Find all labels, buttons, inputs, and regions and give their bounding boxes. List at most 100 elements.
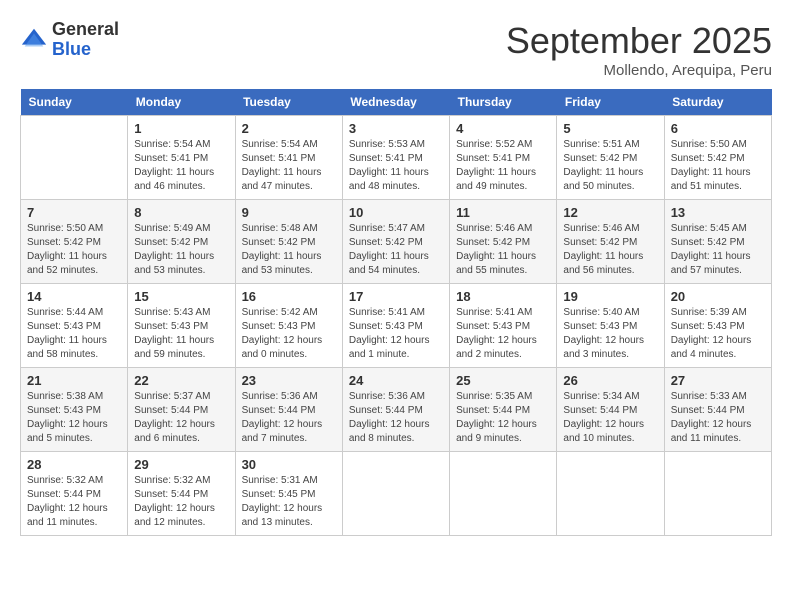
calendar-cell (557, 452, 664, 536)
calendar-cell: 28 Sunrise: 5:32 AMSunset: 5:44 PMDayligh… (21, 452, 128, 536)
calendar-cell: 15 Sunrise: 5:43 AMSunset: 5:43 PMDayligh… (128, 284, 235, 368)
day-info: Sunrise: 5:43 AMSunset: 5:43 PMDaylight:… (134, 306, 228, 362)
day-info: Sunrise: 5:45 AMSunset: 5:42 PMDaylight:… (671, 222, 765, 278)
day-info: Sunrise: 5:33 AMSunset: 5:44 PMDaylight:… (671, 390, 765, 446)
day-number: 11 (456, 205, 550, 220)
calendar-cell (450, 452, 557, 536)
day-info: Sunrise: 5:54 AMSunset: 5:41 PMDaylight:… (134, 138, 228, 194)
calendar-cell: 24 Sunrise: 5:36 AMSunset: 5:44 PMDayligh… (342, 368, 449, 452)
day-info: Sunrise: 5:34 AMSunset: 5:44 PMDaylight:… (563, 390, 657, 446)
column-header-tuesday: Tuesday (235, 89, 342, 116)
day-number: 2 (242, 121, 336, 136)
calendar-cell (21, 116, 128, 200)
day-number: 1 (134, 121, 228, 136)
calendar-cell: 11 Sunrise: 5:46 AMSunset: 5:42 PMDayligh… (450, 200, 557, 284)
day-info: Sunrise: 5:41 AMSunset: 5:43 PMDaylight:… (349, 306, 443, 362)
calendar-cell (342, 452, 449, 536)
day-info: Sunrise: 5:47 AMSunset: 5:42 PMDaylight:… (349, 222, 443, 278)
day-number: 15 (134, 289, 228, 304)
day-number: 28 (27, 457, 121, 472)
day-info: Sunrise: 5:49 AMSunset: 5:42 PMDaylight:… (134, 222, 228, 278)
calendar-week-row: 7 Sunrise: 5:50 AMSunset: 5:42 PMDaylight… (21, 200, 772, 284)
day-info: Sunrise: 5:48 AMSunset: 5:42 PMDaylight:… (242, 222, 336, 278)
day-info: Sunrise: 5:35 AMSunset: 5:44 PMDaylight:… (456, 390, 550, 446)
day-number: 16 (242, 289, 336, 304)
day-info: Sunrise: 5:51 AMSunset: 5:42 PMDaylight:… (563, 138, 657, 194)
day-info: Sunrise: 5:32 AMSunset: 5:44 PMDaylight:… (134, 474, 228, 530)
calendar-week-row: 14Sunrise: 5:44 AMSunset: 5:43 PMDayligh… (21, 284, 772, 368)
calendar-cell: 6 Sunrise: 5:50 AMSunset: 5:42 PMDaylight… (664, 116, 771, 200)
day-number: 6 (671, 121, 765, 136)
calendar-cell: 26 Sunrise: 5:34 AMSunset: 5:44 PMDayligh… (557, 368, 664, 452)
calendar-table: SundayMondayTuesdayWednesdayThursdayFrid… (20, 89, 772, 536)
day-info: Sunrise: 5:50 AMSunset: 5:42 PMDaylight:… (27, 222, 121, 278)
calendar-week-row: 28 Sunrise: 5:32 AMSunset: 5:44 PMDayligh… (21, 452, 772, 536)
day-info: Sunrise: 5:36 AMSunset: 5:44 PMDaylight:… (349, 390, 443, 446)
day-number: 17 (349, 289, 443, 304)
calendar-cell (664, 452, 771, 536)
calendar-cell: 23Sunrise: 5:36 AMSunset: 5:44 PMDayligh… (235, 368, 342, 452)
calendar-cell: 7 Sunrise: 5:50 AMSunset: 5:42 PMDaylight… (21, 200, 128, 284)
calendar-week-row: 21 Sunrise: 5:38 AMSunset: 5:43 PMDayligh… (21, 368, 772, 452)
day-number: 10 (349, 205, 443, 220)
day-number: 9 (242, 205, 336, 220)
day-info: Sunrise: 5:38 AMSunset: 5:43 PMDaylight:… (27, 390, 121, 446)
calendar-cell: 25 Sunrise: 5:35 AMSunset: 5:44 PMDayligh… (450, 368, 557, 452)
day-info: Sunrise: 5:46 AMSunset: 5:42 PMDaylight:… (456, 222, 550, 278)
calendar-cell: 22Sunrise: 5:37 AMSunset: 5:44 PMDayligh… (128, 368, 235, 452)
day-info: Sunrise: 5:41 AMSunset: 5:43 PMDaylight:… (456, 306, 550, 362)
day-number: 30 (242, 457, 336, 472)
calendar-header-row: SundayMondayTuesdayWednesdayThursdayFrid… (21, 89, 772, 116)
day-number: 21 (27, 373, 121, 388)
logo-general-text: General (52, 19, 119, 39)
title-block: September 2025 Mollendo, Arequipa, Peru (506, 20, 772, 79)
calendar-cell: 19 Sunrise: 5:40 AMSunset: 5:43 PMDayligh… (557, 284, 664, 368)
calendar-cell: 4 Sunrise: 5:52 AMSunset: 5:41 PMDaylight… (450, 116, 557, 200)
day-number: 14 (27, 289, 121, 304)
day-info: Sunrise: 5:54 AMSunset: 5:41 PMDaylight:… (242, 138, 336, 194)
month-title: September 2025 (506, 20, 772, 62)
calendar-cell: 20 Sunrise: 5:39 AMSunset: 5:43 PMDayligh… (664, 284, 771, 368)
calendar-cell: 17 Sunrise: 5:41 AMSunset: 5:43 PMDayligh… (342, 284, 449, 368)
calendar-cell: 2 Sunrise: 5:54 AMSunset: 5:41 PMDaylight… (235, 116, 342, 200)
day-number: 8 (134, 205, 228, 220)
day-number: 22 (134, 373, 228, 388)
day-number: 25 (456, 373, 550, 388)
location-subtitle: Mollendo, Arequipa, Peru (506, 62, 772, 79)
day-info: Sunrise: 5:53 AMSunset: 5:41 PMDaylight:… (349, 138, 443, 194)
day-info: Sunrise: 5:39 AMSunset: 5:43 PMDaylight:… (671, 306, 765, 362)
day-info: Sunrise: 5:40 AMSunset: 5:43 PMDaylight:… (563, 306, 657, 362)
calendar-cell: 16Sunrise: 5:42 AMSunset: 5:43 PMDayligh… (235, 284, 342, 368)
day-number: 19 (563, 289, 657, 304)
calendar-cell: 30Sunrise: 5:31 AMSunset: 5:45 PMDayligh… (235, 452, 342, 536)
calendar-cell: 10 Sunrise: 5:47 AMSunset: 5:42 PMDayligh… (342, 200, 449, 284)
day-number: 18 (456, 289, 550, 304)
day-number: 13 (671, 205, 765, 220)
column-header-thursday: Thursday (450, 89, 557, 116)
calendar-cell: 8 Sunrise: 5:49 AMSunset: 5:42 PMDaylight… (128, 200, 235, 284)
calendar-cell: 18 Sunrise: 5:41 AMSunset: 5:43 PMDayligh… (450, 284, 557, 368)
day-number: 4 (456, 121, 550, 136)
day-info: Sunrise: 5:46 AMSunset: 5:42 PMDaylight:… (563, 222, 657, 278)
calendar-cell: 29 Sunrise: 5:32 AMSunset: 5:44 PMDayligh… (128, 452, 235, 536)
day-number: 20 (671, 289, 765, 304)
day-info: Sunrise: 5:50 AMSunset: 5:42 PMDaylight:… (671, 138, 765, 194)
day-info: Sunrise: 5:52 AMSunset: 5:41 PMDaylight:… (456, 138, 550, 194)
column-header-sunday: Sunday (21, 89, 128, 116)
column-header-saturday: Saturday (664, 89, 771, 116)
day-number: 7 (27, 205, 121, 220)
day-number: 29 (134, 457, 228, 472)
calendar-cell: 9 Sunrise: 5:48 AMSunset: 5:42 PMDaylight… (235, 200, 342, 284)
page-header: General Blue September 2025 Mollendo, Ar… (20, 20, 772, 79)
day-number: 5 (563, 121, 657, 136)
column-header-monday: Monday (128, 89, 235, 116)
calendar-cell: 3Sunrise: 5:53 AMSunset: 5:41 PMDaylight… (342, 116, 449, 200)
logo-blue-text: Blue (52, 39, 91, 59)
day-info: Sunrise: 5:32 AMSunset: 5:44 PMDaylight:… (27, 474, 121, 530)
day-number: 24 (349, 373, 443, 388)
column-header-wednesday: Wednesday (342, 89, 449, 116)
calendar-week-row: 1 Sunrise: 5:54 AMSunset: 5:41 PMDaylight… (21, 116, 772, 200)
column-header-friday: Friday (557, 89, 664, 116)
day-number: 26 (563, 373, 657, 388)
day-number: 23 (242, 373, 336, 388)
